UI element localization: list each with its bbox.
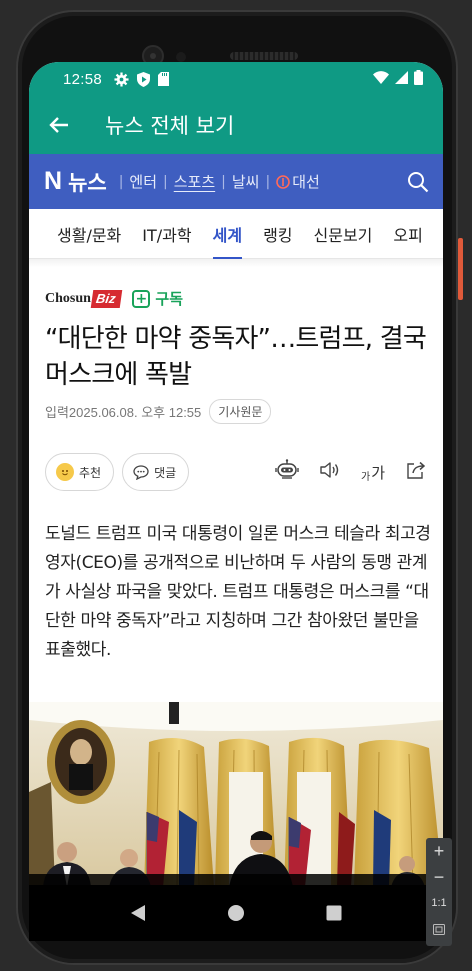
divider: | [163,173,168,190]
publisher-row: Chosun Biz + 구독 [45,288,183,309]
article-meta: 입력2025.06.08. 오후 12:55 기사원문 [45,399,272,424]
article-tool-icons: 가 가 [275,459,429,485]
emulator-zoom-toolbar: + − 1:1 [426,838,452,946]
battery-icon [414,69,423,89]
comment-label: 댓글 [154,465,177,480]
emulator-stage: 12:58 뉴스 전체 보기 N 뉴스 | 엔터 | 스포츠 | 날씨 | 대선… [0,0,472,971]
comment-button[interactable]: 댓글 [122,453,190,491]
divider: | [221,173,226,190]
logo-text: 뉴스 [68,171,107,195]
divider: | [265,173,271,190]
nav-recents-icon[interactable] [314,893,354,933]
app-bar-title: 뉴스 전체 보기 [105,114,235,138]
publisher-suffix: Biz [90,289,122,308]
tab-it-science[interactable]: IT/과학 [142,209,191,259]
cell-signal-icon [395,70,408,88]
nav-link-election-label: 대선 [292,173,320,191]
earpiece-speaker [230,52,298,60]
logo-letter: N [44,167,63,195]
zoom-actual-size-button[interactable]: 1:1 [431,890,446,916]
font-size-button[interactable]: 가 가 [361,462,385,483]
back-arrow-icon[interactable] [29,96,89,154]
zoom-out-icon[interactable]: − [434,864,445,890]
publisher-name: Chosun [45,290,91,306]
article-headline: “대단한 마약 중독자”…트럼프, 결국 머스크에 폭발 [45,324,427,390]
share-icon[interactable] [405,460,427,484]
tab-newspaper[interactable]: 신문보기 [314,209,373,259]
search-icon[interactable] [407,171,429,193]
subscribe-button[interactable]: + 구독 [132,288,183,309]
sd-card-icon [158,72,170,86]
tab-opinion[interactable]: 오피 [393,209,422,259]
nav-link-weather[interactable]: 날씨 [232,171,260,192]
fit-screen-icon[interactable] [433,916,445,942]
settings-gear-icon [114,71,129,87]
nav-link-entertainment[interactable]: 엔터 [129,171,157,192]
news-nav-bar: N 뉴스 | 엔터 | 스포츠 | 날씨 | 대선 [29,154,443,209]
system-nav-bar [29,885,443,941]
tab-ranking[interactable]: 랭킹 [263,209,292,259]
article-date: 입력2025.06.08. 오후 12:55 [45,405,202,420]
play-protect-icon [137,71,151,87]
font-size-small-label: 가 [360,471,371,483]
plus-icon: + [132,289,151,308]
font-size-large-label: 가 [371,463,385,482]
election-stamp-icon [276,174,291,189]
status-bar: 12:58 [29,62,443,96]
original-article-button[interactable]: 기사원문 [209,399,272,424]
subscribe-label: 구독 [155,290,184,308]
naver-news-logo[interactable]: N 뉴스 [44,167,107,197]
nav-links: | 엔터 | 스포츠 | 날씨 | 대선 [113,171,320,192]
zoom-in-icon[interactable]: + [434,838,445,864]
speaker-icon[interactable] [319,460,341,484]
nav-back-icon[interactable] [118,893,158,933]
article-body: 도널드 트럼프 미국 대통령이 일론 머스크 테슬라 최고경영자(CEO)를 공… [45,524,431,660]
article-actions: 추천 댓글 가 가 [45,453,429,491]
nav-link-sports[interactable]: 스포츠 [174,171,215,192]
comment-bubble-icon [133,464,149,480]
tab-world[interactable]: 세계 [212,209,243,259]
ai-summary-robot-icon[interactable] [275,459,299,485]
nav-home-icon[interactable] [216,893,256,933]
nav-link-election[interactable]: 대선 [276,171,320,192]
recommend-button[interactable]: 추천 [45,453,115,491]
proximity-sensor [176,52,186,62]
tab-shadow [29,259,443,267]
divider: | [118,173,124,190]
recommend-label: 추천 [79,465,102,480]
tab-life-culture[interactable]: 생활/문화 [57,209,121,259]
app-bar: 뉴스 전체 보기 [29,96,443,154]
publisher-logo[interactable]: Chosun Biz [45,289,122,308]
smile-icon [56,463,74,481]
status-time: 12:58 [63,70,103,88]
article-photo[interactable] [29,702,443,887]
category-tabs: 생활/문화 IT/과학 세계 랭킹 신문보기 오피 [29,209,443,259]
oval-office-photo-image [29,702,443,887]
wifi-icon [373,70,389,88]
screen: 12:58 뉴스 전체 보기 N 뉴스 | 엔터 | 스포츠 | 날씨 | 대선… [29,62,443,907]
power-button[interactable] [458,238,463,300]
